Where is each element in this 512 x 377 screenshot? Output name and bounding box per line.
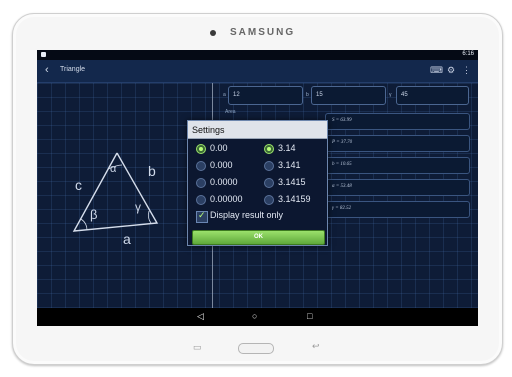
navigation-bar: ◁ ○ □	[37, 308, 478, 326]
ok-button-label: OK	[254, 234, 263, 240]
ok-button[interactable]: OK	[192, 230, 325, 245]
side-b-value: 15	[316, 92, 323, 98]
overflow-menu-icon[interactable]: ⋮	[462, 65, 471, 76]
page-title: Triangle	[60, 66, 86, 73]
side-a-input[interactable]: 12	[228, 86, 303, 105]
checkbox-label: Display result only	[210, 210, 284, 220]
option-label: 3.14159	[278, 194, 311, 204]
recents-nav-icon[interactable]: □	[307, 311, 312, 321]
status-time: 6:16	[462, 51, 474, 57]
display-result-only-checkbox[interactable]: ✓	[196, 210, 208, 223]
angle-beta-label: β	[90, 207, 98, 222]
gear-icon[interactable]: ⚙	[447, 65, 455, 76]
result-row: P = 37.70	[325, 135, 470, 152]
option-label: 3.141	[278, 160, 301, 170]
side-a-label: a	[123, 231, 131, 247]
option-label: 0.000	[210, 160, 233, 170]
action-bar: ‹ Triangle ⌨ ⚙ ⋮	[37, 60, 478, 83]
screen: 6:16 ‹ Triangle ⌨ ⚙ ⋮ c b a α β γ a 12 b…	[37, 50, 478, 326]
angle-gamma-label: γ	[135, 200, 141, 214]
result-side-b: b = 10.65	[332, 162, 352, 167]
angle-gamma-value: 45	[401, 92, 408, 98]
home-nav-icon[interactable]: ○	[252, 311, 257, 321]
result-row: α = 53.48	[325, 179, 470, 196]
hardware-recents-icon[interactable]: ▭	[193, 342, 202, 353]
side-c-label: c	[75, 177, 82, 193]
radio-unselected-icon[interactable]	[196, 195, 206, 205]
result-row: S = 63.99	[325, 113, 470, 130]
back-nav-icon[interactable]: ◁	[197, 311, 204, 322]
radio-selected-icon[interactable]	[196, 144, 206, 154]
hardware-back-icon[interactable]: ↩	[312, 341, 320, 352]
front-camera	[210, 30, 216, 36]
radio-unselected-icon[interactable]	[264, 195, 274, 205]
result-area: S = 63.99	[332, 118, 352, 123]
option-label: 3.14	[278, 143, 296, 153]
radio-unselected-icon[interactable]	[196, 178, 206, 188]
keyboard-icon[interactable]: ⌨	[430, 65, 443, 76]
option-label: 3.1415	[278, 177, 306, 187]
side-b-input[interactable]: 15	[311, 86, 386, 105]
side-a-value: 12	[233, 92, 240, 98]
angle-alpha-label: α	[110, 163, 117, 175]
arrow-back-icon[interactable]: ‹	[45, 64, 49, 76]
brand-logo: SAMSUNG	[230, 27, 296, 38]
checkmark-icon: ✓	[198, 210, 206, 220]
option-label: 0.0000	[210, 177, 238, 187]
option-label: 0.00	[210, 143, 228, 153]
option-label: 0.00000	[210, 194, 243, 204]
settings-dialog: Settings 0.00 0.000 0.0000 0.00000 3.14 …	[187, 120, 328, 246]
angle-gamma-input[interactable]: 45	[396, 86, 469, 105]
input-gamma-label: γ	[389, 92, 392, 98]
input-a-label: a	[223, 92, 226, 98]
triangle-diagram	[72, 152, 159, 232]
radio-unselected-icon[interactable]	[264, 178, 274, 188]
result-alpha: α = 53.48	[332, 184, 352, 189]
notification-icon	[41, 52, 46, 57]
dialog-title-bar: Settings	[188, 121, 327, 139]
side-b-label: b	[148, 163, 156, 179]
result-gamma: γ = 82.52	[332, 206, 352, 211]
area-label: Area	[225, 109, 236, 115]
result-row: b = 10.65	[325, 157, 470, 174]
result-row: γ = 82.52	[325, 201, 470, 218]
radio-unselected-icon[interactable]	[196, 161, 206, 171]
hardware-home-button[interactable]	[238, 343, 274, 354]
input-b-label: b	[306, 92, 309, 98]
dialog-title: Settings	[192, 125, 225, 135]
status-bar: 6:16	[37, 50, 478, 60]
angle-beta-arc	[80, 218, 88, 231]
radio-selected-icon[interactable]	[264, 144, 274, 154]
radio-unselected-icon[interactable]	[264, 161, 274, 171]
result-perimeter: P = 37.70	[332, 140, 353, 145]
